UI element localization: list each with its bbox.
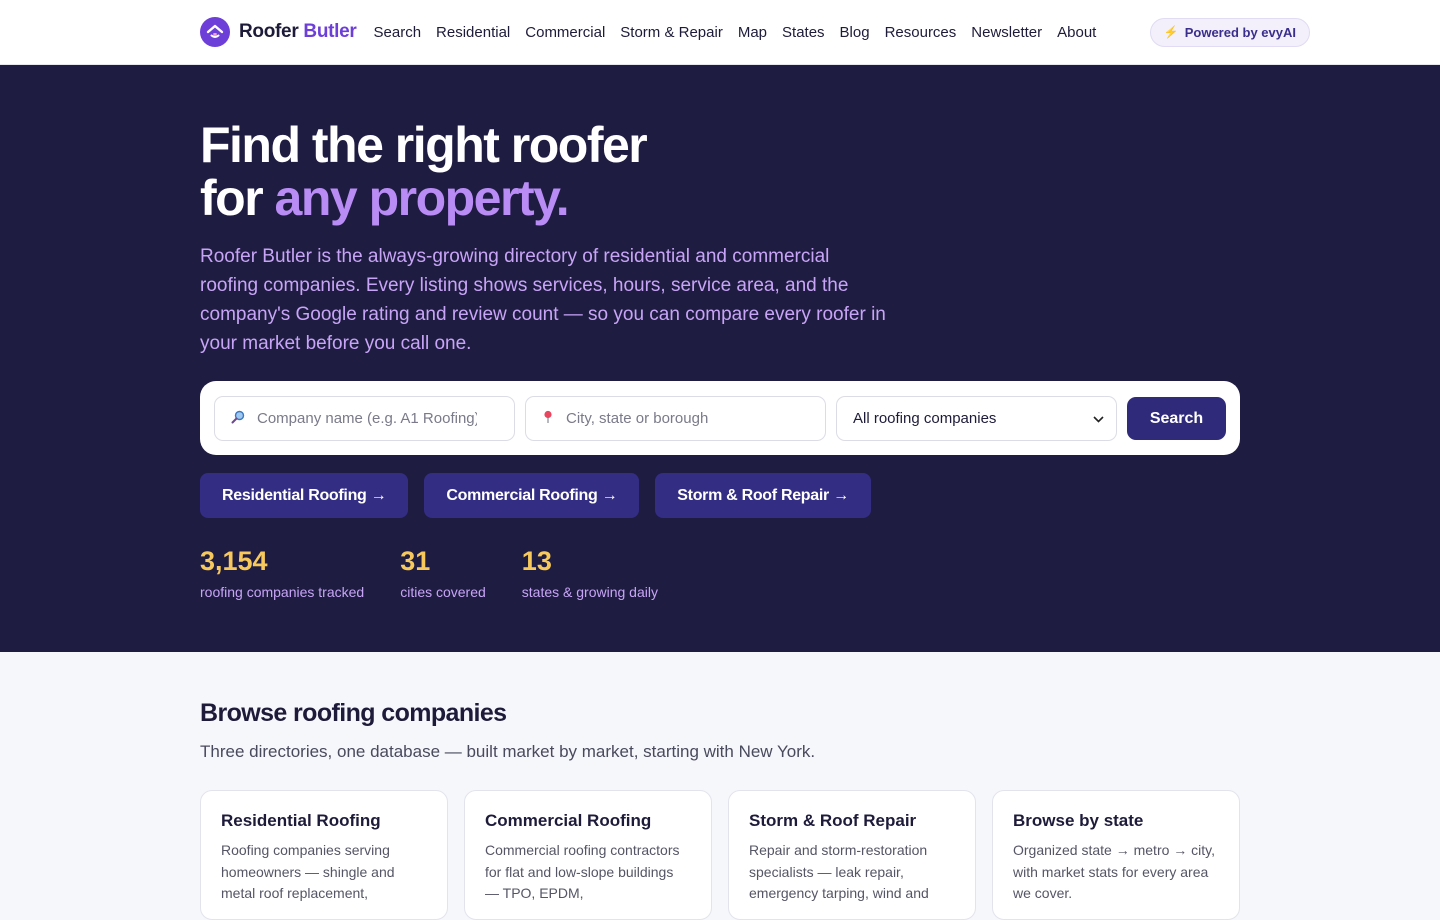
browse-title: Browse roofing companies	[200, 699, 507, 727]
card-text: Roofing companies serving homeowners — s…	[221, 842, 395, 901]
card-text: Organized state → metro → city, with mar…	[1013, 842, 1216, 901]
powered-by-badge[interactable]: ⚡ Powered by evyAI	[1149, 17, 1310, 47]
stat-value: 31	[400, 546, 431, 576]
city-search-field[interactable]	[525, 396, 826, 441]
hero-title-accent: any property.	[274, 170, 570, 226]
brand-name: Roofer Butler	[239, 21, 357, 43]
card-title: Browse by state	[1013, 811, 1144, 830]
nav-residential[interactable]: Residential	[436, 24, 510, 41]
stat-label: cities covered	[400, 584, 486, 600]
stat-label: roofing companies tracked	[200, 584, 365, 600]
city-search-input[interactable]	[566, 410, 786, 427]
nav-resources[interactable]: Resources	[885, 24, 957, 41]
card-title: Storm & Roof Repair	[749, 811, 917, 830]
hero-title-line1: Find the right roofer	[200, 117, 648, 173]
card-text: Repair and storm-restoration specialists…	[749, 842, 929, 901]
nav-blog[interactable]: Blog	[840, 24, 870, 41]
stat-cities: 31 cities covered	[400, 543, 486, 600]
browse-subtitle: Three directories, one database — built …	[200, 742, 816, 761]
brand-name-first: Roofer	[239, 21, 299, 42]
nav-commercial[interactable]: Commercial	[525, 24, 605, 41]
stat-states: 13 states & growing daily	[522, 543, 658, 600]
magnifier-icon	[231, 410, 245, 427]
hero-title: Find the right roofer for any property.	[200, 117, 648, 226]
nav-states[interactable]: States	[782, 24, 825, 41]
commercial-roofing-button[interactable]: Commercial Roofing →	[424, 473, 640, 518]
card-by-state[interactable]: Browse by state Organized state → metro …	[992, 790, 1240, 920]
company-search-input[interactable]	[257, 410, 477, 427]
nav-storm-repair[interactable]: Storm & Repair	[620, 24, 723, 41]
nav-newsletter[interactable]: Newsletter	[971, 24, 1042, 41]
stat-companies: 3,154 roofing companies tracked	[200, 543, 364, 600]
lightning-bolt-icon: ⚡	[1163, 25, 1179, 39]
company-type-selected: All roofing companies	[853, 410, 997, 427]
hero-stats: 3,154 roofing companies tracked 31 citie…	[200, 543, 658, 600]
hero-section: Find the right roofer for any property. …	[0, 65, 1440, 652]
card-residential[interactable]: Residential Roofing Roofing companies se…	[200, 790, 448, 920]
card-text: Commercial roofing contractors for flat …	[485, 842, 680, 901]
card-commercial[interactable]: Commercial Roofing Commercial roofing co…	[464, 790, 712, 920]
stat-value: 3,154	[200, 546, 268, 576]
stat-value: 13	[521, 546, 552, 576]
map-pin-icon	[542, 410, 554, 427]
chevron-down-icon	[1093, 412, 1104, 426]
residential-roofing-button[interactable]: Residential Roofing →	[200, 473, 409, 518]
hero-title-line2-plain: for	[200, 170, 275, 226]
company-search-field[interactable]	[214, 396, 515, 441]
nav-about[interactable]: About	[1057, 24, 1096, 41]
nav-search[interactable]: Search	[374, 24, 422, 41]
powered-by-label: Powered by evyAI	[1184, 24, 1296, 40]
house-logo-icon	[200, 17, 230, 47]
card-storm-repair[interactable]: Storm & Roof Repair Repair and storm-res…	[728, 790, 976, 920]
site-header: Roofer Butler Search Residential Commerc…	[0, 0, 1440, 65]
hero-lead: Roofer Butler is the always-growing dire…	[200, 246, 886, 354]
stat-label: states & growing daily	[521, 584, 658, 600]
card-title: Commercial Roofing	[485, 811, 652, 830]
browse-section: Browse roofing companies Three directori…	[0, 652, 1440, 920]
card-title: Residential Roofing	[221, 811, 381, 830]
search-form: All roofing companies Search	[200, 381, 1240, 455]
brand-name-second: Butler	[303, 21, 357, 42]
directory-cards: Residential Roofing Roofing companies se…	[200, 790, 1240, 920]
storm-roof-repair-button[interactable]: Storm & Roof Repair →	[655, 473, 871, 518]
main-nav: Search Residential Commercial Storm & Re…	[374, 24, 1097, 41]
search-button[interactable]: Search	[1127, 397, 1226, 440]
nav-map[interactable]: Map	[738, 24, 767, 41]
company-type-select[interactable]: All roofing companies	[836, 396, 1117, 441]
brand-logo[interactable]: Roofer Butler	[200, 17, 357, 47]
category-buttons: Residential Roofing → Commercial Roofing…	[200, 473, 871, 518]
